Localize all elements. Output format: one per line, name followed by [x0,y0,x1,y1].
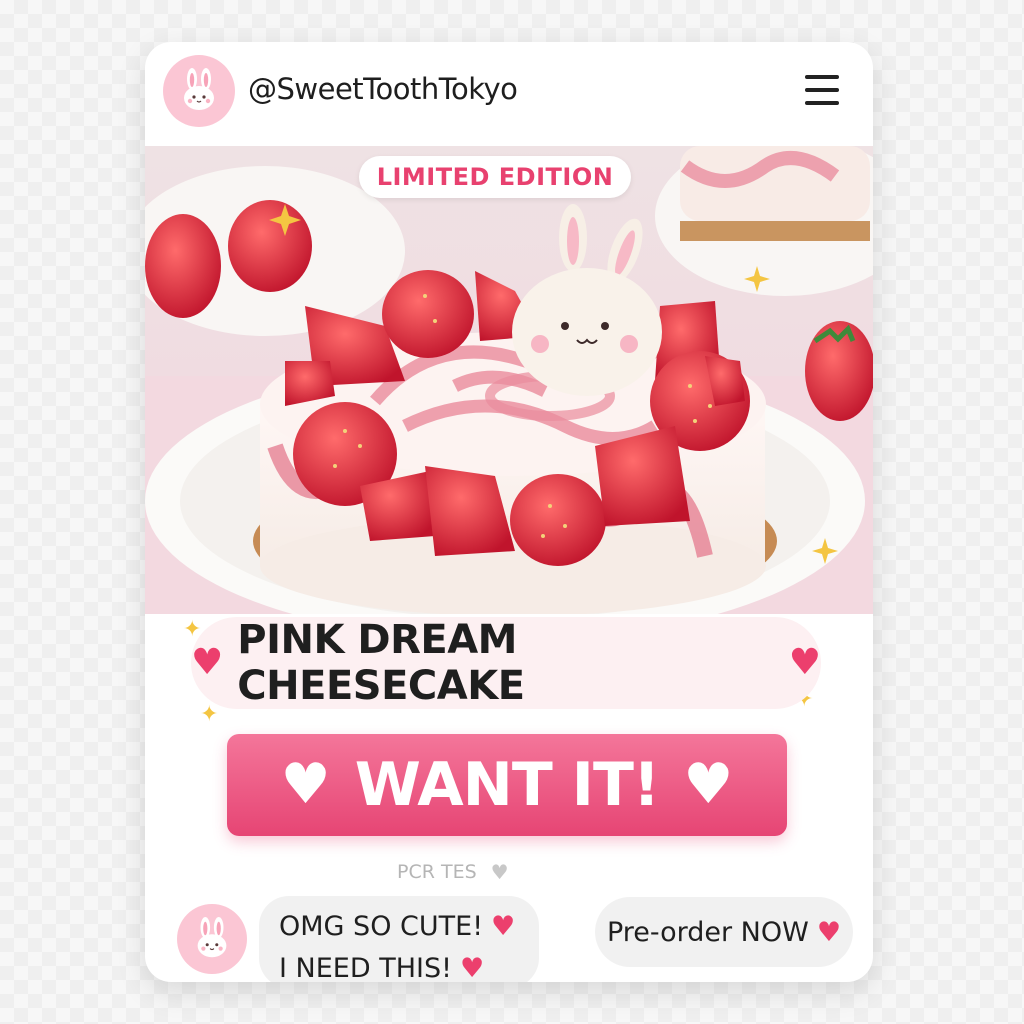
post-header: @SweetToothTokyo [145,42,873,146]
heart-icon: ♥ [788,642,821,683]
post-card: @SweetToothTokyo LIMITED EDITION ✦ ✦ ✦ ♥… [145,42,873,982]
profile-handle[interactable]: @SweetToothTokyo [248,72,518,106]
heart-icon: ♥ [816,916,842,948]
pre-order-label: Pre-order NOW [606,916,809,948]
want-it-button[interactable]: ♥ WANT IT! ♥ [227,734,787,836]
heart-icon: ♥ [491,911,516,942]
want-it-label: WANT IT! [354,750,661,820]
faint-caption-text: PCR TES [397,861,477,883]
heart-icon: ♥ [280,752,331,817]
heart-icon: ♥ [191,642,224,683]
commenter-avatar[interactable] [177,904,247,974]
faint-caption: PCR TES ♥ [397,860,509,884]
cheesecake-photo [145,146,873,614]
pre-order-button[interactable]: Pre-order NOW ♥ [595,897,853,967]
heart-icon: ♥ [683,752,734,817]
heart-icon: ♥ [459,953,485,982]
comment-line: I NEED THIS! ♥ [279,953,485,982]
bunny-icon [184,68,214,110]
sparkle-icon: ✦ [200,702,219,727]
limited-edition-badge: LIMITED EDITION [359,156,631,198]
bunny-icon [197,916,227,958]
product-title: PINK DREAM CHEESECAKE [237,617,525,709]
profile-avatar[interactable] [163,55,235,127]
heart-icon: ♥ [490,860,509,884]
product-title-pill: ♥ PINK DREAM CHEESECAKE ♥ [191,617,821,709]
comment-bubble: OMG SO CUTE! ♥ I NEED THIS! ♥ [259,896,539,982]
comment-line: OMG SO CUTE! ♥ [279,911,516,942]
hamburger-menu-icon[interactable] [805,75,839,105]
product-image: LIMITED EDITION [145,146,873,614]
